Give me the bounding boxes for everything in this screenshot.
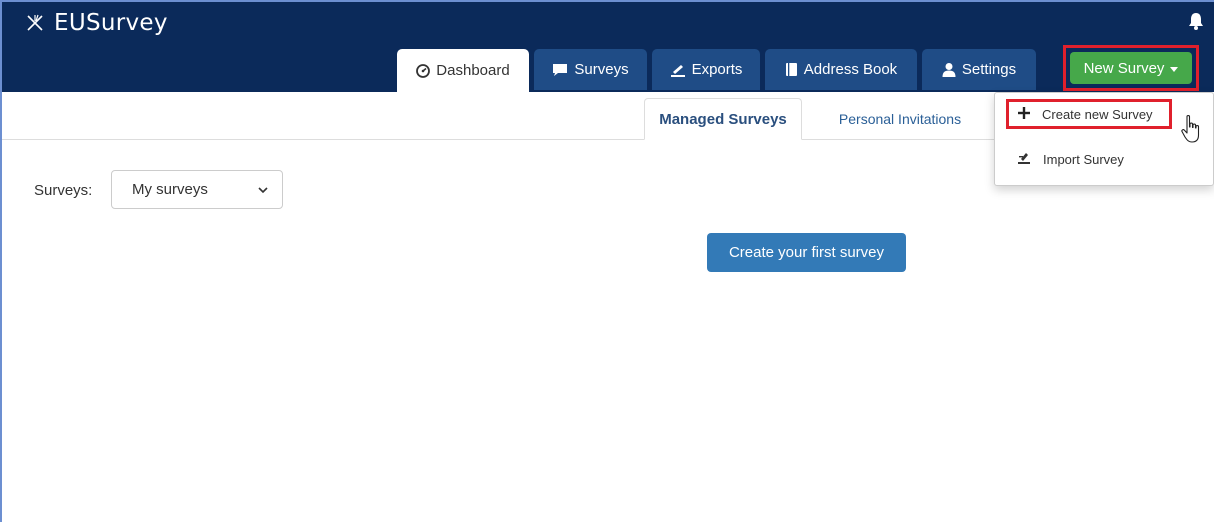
- tab-address-book-label: Address Book: [803, 61, 898, 78]
- tab-exports-label: Exports: [691, 61, 743, 78]
- tab-dashboard-label: Dashboard: [436, 62, 510, 79]
- hand-cursor-icon: [1180, 114, 1204, 151]
- menu-item-import-survey[interactable]: Import Survey: [1005, 144, 1124, 174]
- user-icon: [942, 62, 956, 77]
- create-first-survey-button[interactable]: Create your first survey: [707, 233, 906, 272]
- app-logo[interactable]: EUSurvey: [26, 10, 168, 36]
- tab-address-book[interactable]: Address Book: [765, 49, 917, 90]
- new-survey-label: New Survey: [1083, 59, 1165, 77]
- tab-exports[interactable]: Exports: [652, 49, 760, 90]
- new-survey-highlight: New Survey: [1063, 45, 1199, 91]
- comment-icon: [552, 63, 568, 77]
- subtab-managed-surveys[interactable]: Managed Surveys: [644, 98, 802, 140]
- subtab-managed-surveys-label: Managed Surveys: [659, 110, 787, 128]
- new-survey-button[interactable]: New Survey: [1070, 52, 1192, 84]
- bell-icon[interactable]: [1188, 12, 1204, 35]
- caret-down-icon: [1170, 66, 1179, 72]
- tab-settings-label: Settings: [961, 61, 1017, 78]
- menu-item-import-survey-label: Import Survey: [1043, 151, 1124, 167]
- surveys-filter-label: Surveys:: [34, 182, 93, 199]
- export-icon: [670, 63, 686, 77]
- dashboard-icon: [416, 63, 431, 78]
- plus-icon: [1018, 106, 1030, 122]
- subtab-personal-invitations-label: Personal Invitations: [838, 111, 962, 127]
- chevron-down-icon: [258, 181, 268, 198]
- tab-surveys[interactable]: Surveys: [534, 49, 647, 90]
- tab-settings[interactable]: Settings: [922, 49, 1036, 90]
- book-icon: [785, 62, 798, 77]
- logo-text: EUSurvey: [54, 10, 168, 36]
- tab-surveys-label: Surveys: [574, 61, 629, 78]
- import-icon: [1017, 152, 1031, 167]
- surveys-filter-value: My surveys: [132, 181, 208, 198]
- surveys-filter-select[interactable]: My surveys: [111, 170, 283, 209]
- tab-dashboard[interactable]: Dashboard: [397, 49, 529, 92]
- subtab-personal-invitations[interactable]: Personal Invitations: [820, 98, 980, 140]
- star-burst-icon: [26, 14, 44, 32]
- menu-item-create-new-survey-label: Create new Survey: [1042, 106, 1153, 122]
- menu-item-create-new-survey[interactable]: Create new Survey: [1006, 99, 1172, 129]
